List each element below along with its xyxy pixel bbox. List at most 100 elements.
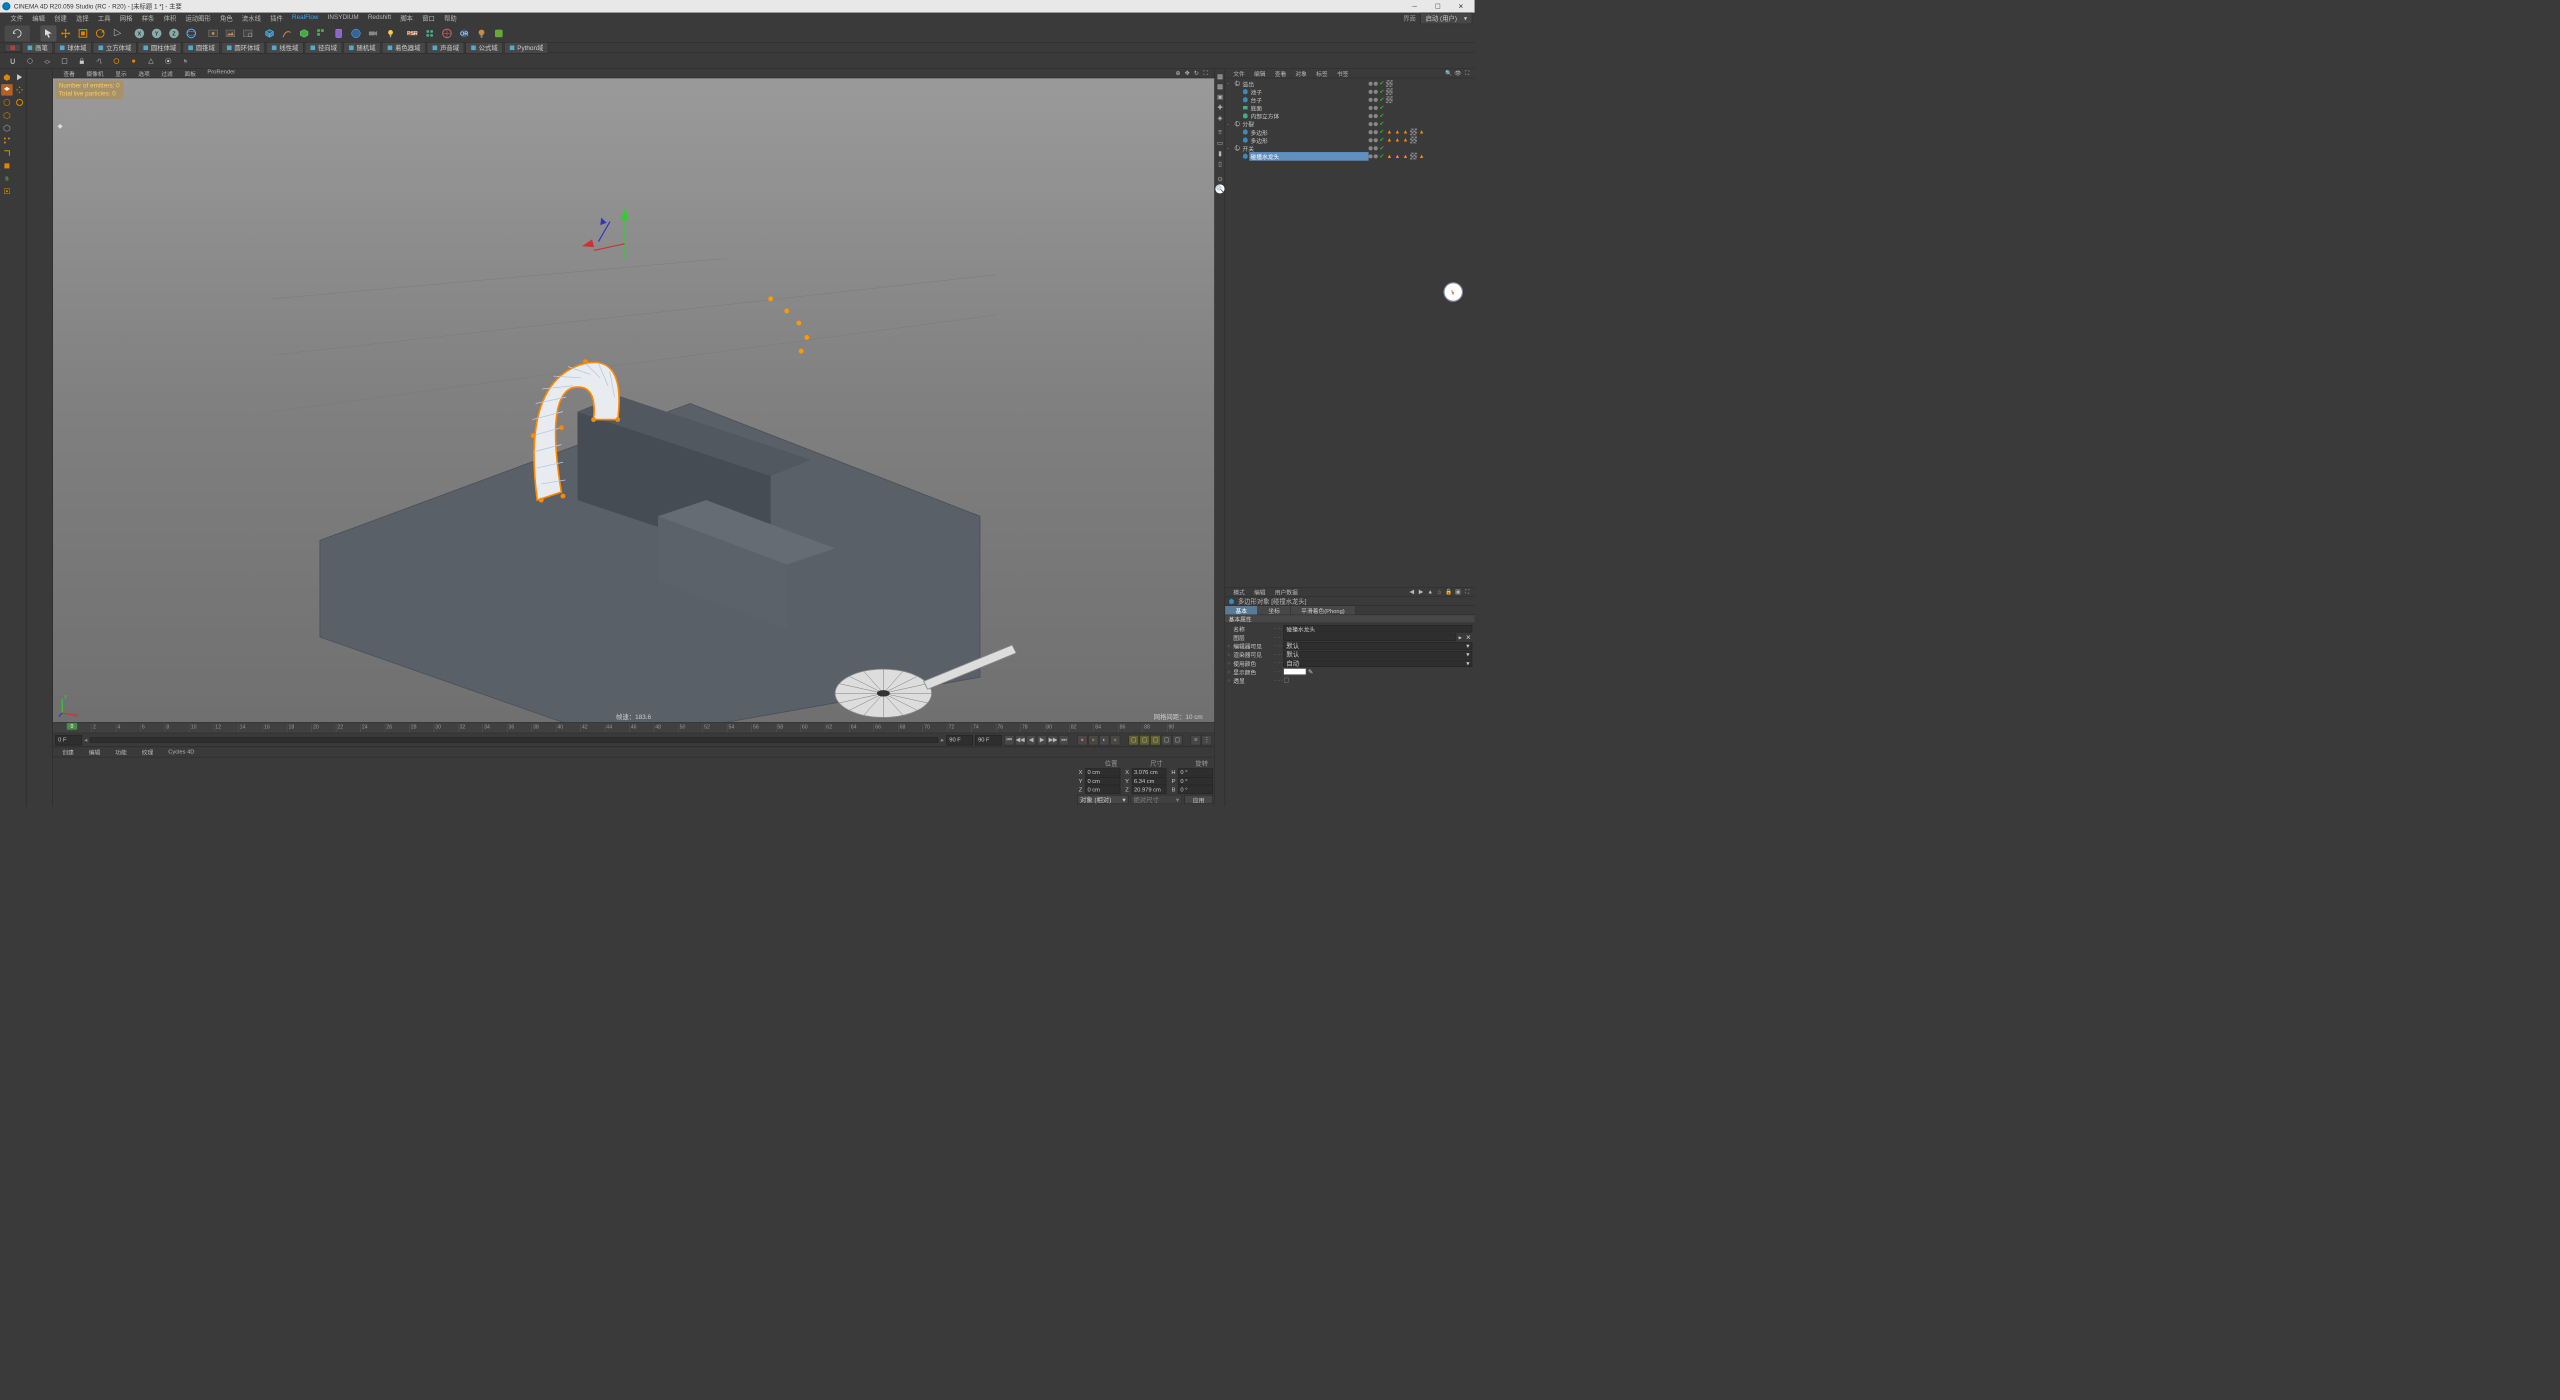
plugin-insydium[interactable] [491, 25, 507, 41]
vp-pan-icon[interactable]: ✥ [1183, 69, 1191, 77]
layer-arrow-icon[interactable]: ▸ [1456, 633, 1464, 640]
uv-poly[interactable]: S [1, 173, 13, 185]
render-settings[interactable] [240, 25, 256, 41]
object-tree[interactable]: -L溢出✔ 池子✔ 台子✔ 底面✔ 内部立方体✔-L分裂✔ 多边形✔▲▲▲▲ 多… [1225, 78, 1474, 587]
cmd-modifier[interactable]: 圆锥域 [183, 42, 220, 54]
menu-角色[interactable]: 角色 [215, 13, 237, 25]
cmd-sound[interactable]: 声音域 [427, 42, 464, 54]
coord-pos-Z[interactable]: 0 cm [1085, 786, 1120, 794]
workplane-lock[interactable] [74, 53, 90, 69]
nurbs-gen[interactable] [296, 25, 312, 41]
pen-spline[interactable] [279, 25, 295, 41]
om-search-icon[interactable]: 🔍 [1445, 69, 1453, 77]
rt-g[interactable] [14, 222, 26, 234]
m5[interactable] [28, 98, 39, 110]
rt-e[interactable] [14, 197, 26, 209]
timeline[interactable]: 0 02468101214161820222426283032343638404… [53, 722, 1214, 732]
move-tool[interactable] [58, 25, 74, 41]
uv-point[interactable] [1, 185, 13, 197]
lt-9[interactable] [1, 306, 13, 318]
key-scale[interactable]: ▢ [1139, 735, 1149, 745]
rt-f[interactable] [14, 210, 26, 222]
menu-流水线[interactable]: 流水线 [237, 13, 265, 25]
cube-primitive[interactable] [262, 25, 278, 41]
anim-menu[interactable]: ≡ [1191, 735, 1201, 745]
rt-o[interactable] [14, 324, 26, 336]
rt-n[interactable] [14, 311, 26, 323]
cmd-torus[interactable]: 圆环体域 [221, 42, 265, 54]
mat-menu-纹理[interactable]: 纹理 [137, 747, 158, 757]
rotate-tool[interactable] [92, 25, 108, 41]
menu-插件[interactable]: 插件 [266, 13, 288, 25]
deformer[interactable] [331, 25, 347, 41]
rt-r[interactable] [14, 362, 26, 374]
vp-menu-面板[interactable]: 面板 [179, 69, 202, 79]
axis-mode[interactable] [1, 122, 13, 134]
menu-样条[interactable]: 样条 [137, 13, 159, 25]
rt-s[interactable] [14, 374, 26, 386]
viewport-3d[interactable]: Number of emitters: 0 Total live particl… [53, 78, 1214, 722]
om-item-碰撞水龙头[interactable]: 碰撞水龙头✔▲▲▲▲ [1225, 152, 1474, 160]
step-back[interactable]: ◀◀ [1015, 735, 1025, 745]
cmd-radial[interactable]: 径向域 [305, 42, 342, 54]
lt-2[interactable] [1, 218, 13, 230]
menu-文件[interactable]: 文件 [6, 13, 28, 25]
autokey[interactable]: ● [1088, 735, 1098, 745]
vp-menu-过滤[interactable]: 过滤 [156, 69, 179, 79]
menu-Redshift[interactable]: Redshift [363, 13, 395, 25]
goto-end[interactable]: ⏭ [1059, 735, 1069, 745]
attr-prev[interactable]: ◀ [1408, 588, 1416, 596]
attr-max[interactable]: ⛶ [1463, 588, 1471, 596]
environment[interactable] [348, 25, 364, 41]
range-end-input[interactable] [946, 735, 972, 745]
close-button[interactable]: ✕ [1449, 0, 1472, 13]
coord-apply-button[interactable]: 应用 [1184, 795, 1213, 804]
layer-clear-icon[interactable]: ✕ [1464, 633, 1472, 640]
menu-脚本[interactable]: 脚本 [396, 13, 418, 25]
rtb-7[interactable]: ▭ [1215, 138, 1224, 147]
content-browser[interactable]: OR [456, 25, 472, 41]
light-obj[interactable] [382, 25, 398, 41]
attr-new[interactable]: ▣ [1454, 588, 1462, 596]
vp-menu-ProRender[interactable]: ProRender [202, 69, 241, 79]
play-back[interactable]: ◀ [1026, 735, 1036, 745]
rt-arrow[interactable] [14, 71, 26, 83]
rt-p[interactable] [14, 336, 26, 348]
rtb-3[interactable]: ▣ [1215, 92, 1224, 101]
edge-mode[interactable] [1, 147, 13, 159]
frame-start-input[interactable] [55, 735, 81, 745]
render-view[interactable] [205, 25, 221, 41]
polygon-mode[interactable] [1, 160, 13, 172]
key-opt[interactable]: ● [1110, 735, 1120, 745]
record-key[interactable]: ● [1077, 735, 1087, 745]
make-editable[interactable] [1, 71, 13, 83]
frame-end-input[interactable] [975, 735, 1001, 745]
material-manager[interactable] [53, 757, 1076, 806]
step-forward[interactable]: ▶▶ [1048, 735, 1058, 745]
rt-rotate[interactable] [14, 97, 26, 109]
cmd-sphere[interactable]: 球体域 [54, 42, 91, 54]
quantize[interactable] [91, 53, 107, 69]
menu-编辑[interactable]: 编辑 [28, 13, 50, 25]
lt-6[interactable] [1, 268, 13, 280]
rtb-1[interactable]: ▦ [1215, 71, 1224, 80]
om-menu-编辑[interactable]: 编辑 [1249, 69, 1270, 79]
rtb-6[interactable]: ≡ [1215, 128, 1224, 137]
lt-5[interactable] [1, 256, 13, 268]
viewport-solo[interactable] [126, 53, 142, 69]
play-forward[interactable]: ▶ [1037, 735, 1047, 745]
menu-RealFlow[interactable]: RealFlow [287, 13, 323, 25]
rt-m[interactable] [14, 298, 26, 310]
coord-pos-X[interactable]: 0 cm [1085, 768, 1120, 776]
rt-i[interactable] [14, 248, 26, 260]
m1[interactable] [28, 71, 39, 83]
lt-8[interactable] [1, 294, 13, 306]
attr-lock[interactable]: 🔒 [1445, 588, 1453, 596]
coord-pos-Y[interactable]: 0 cm [1085, 777, 1120, 785]
lt-12[interactable] [1, 344, 13, 356]
anim-opt[interactable]: ⋮ [1202, 735, 1212, 745]
minimize-button[interactable]: ─ [1403, 0, 1426, 13]
maximize-button[interactable]: ☐ [1426, 0, 1449, 13]
lt-11[interactable] [1, 332, 13, 344]
lt-4[interactable] [1, 243, 13, 255]
